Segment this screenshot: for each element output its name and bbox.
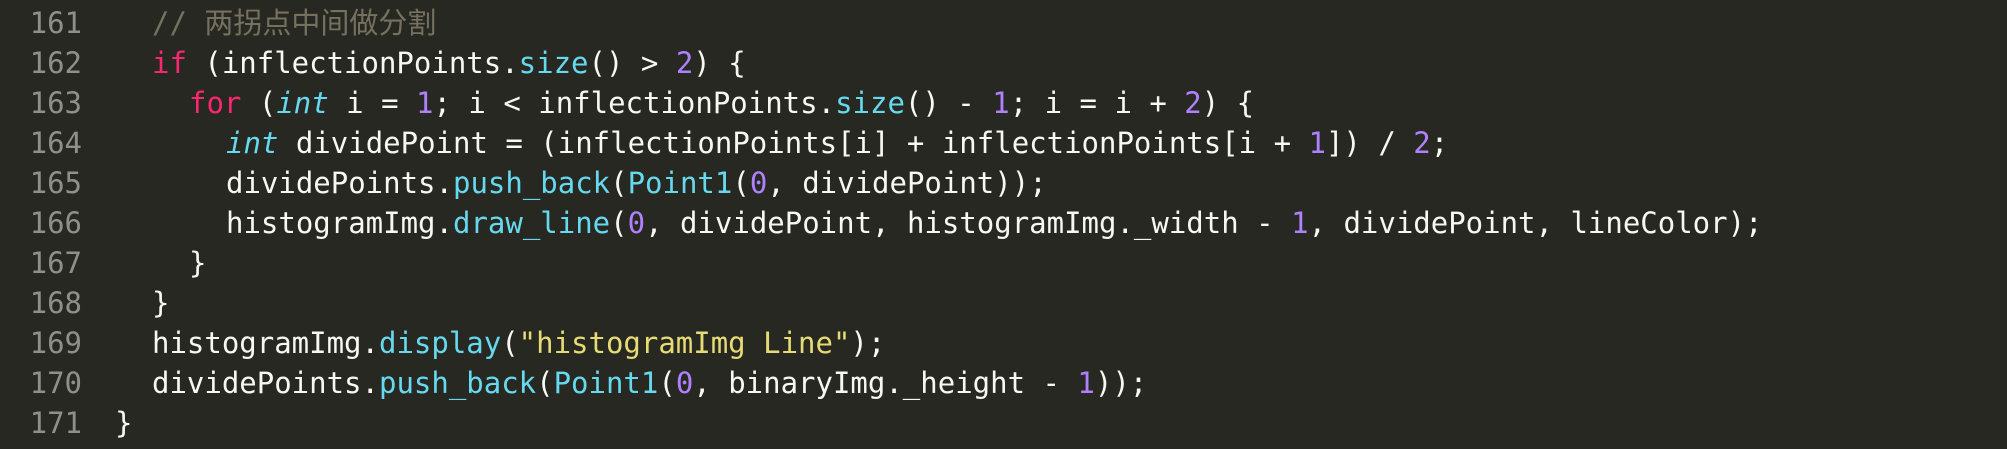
token-number: 1 — [1308, 126, 1326, 160]
token-plain: )); — [1094, 366, 1148, 400]
token-number: 1 — [1077, 366, 1095, 400]
code-editor[interactable]: 161// 两拐点中间做分割 162 if (inflectionPoints.si… — [0, 0, 2007, 449]
token-plain: ( — [241, 86, 277, 120]
line-number: 166 — [29, 206, 82, 240]
code-text[interactable]: } — [152, 283, 169, 323]
token-type: int — [276, 86, 329, 120]
token-func: display — [378, 326, 502, 360]
code-text[interactable]: } — [189, 243, 206, 283]
code-line[interactable]: 169 histogramImg.display("histogramImg Li… — [0, 323, 2007, 363]
token-plain: ( — [658, 366, 676, 400]
token-type: int — [226, 126, 279, 160]
line-number: 165 — [29, 166, 82, 200]
token-number: 2 — [675, 46, 694, 80]
token-number: 1 — [1291, 206, 1309, 240]
code-line[interactable]: 171} — [0, 403, 2007, 443]
token-number: 1 — [416, 86, 434, 120]
line-number: 170 — [29, 366, 82, 400]
token-number: 0 — [675, 366, 694, 400]
token-plain: i = — [328, 86, 417, 120]
code-line[interactable]: 164 int dividePoint = (inflectionPoints[i… — [0, 123, 2007, 163]
code-line[interactable]: 170 dividePoints.push_back(Point1(0, bina… — [0, 363, 2007, 403]
token-plain: ) { — [693, 46, 746, 80]
token-plain: (inflectionPoints. — [186, 46, 519, 80]
token-func: push_back — [452, 166, 611, 200]
line-number: 163 — [29, 86, 82, 120]
token-comment: // 两拐点中间做分割 — [152, 6, 437, 40]
token-func: push_back — [378, 366, 537, 400]
token-plain: () - — [904, 86, 993, 120]
token-func: size — [835, 86, 905, 120]
code-text[interactable]: // 两拐点中间做分割 — [152, 3, 436, 43]
token-plain: ( — [610, 206, 628, 240]
token-plain: , dividePoint, lineColor); — [1308, 206, 1763, 240]
token-plain: ; i < inflectionPoints. — [433, 86, 836, 120]
token-string: "histogramImg Line" — [518, 326, 851, 360]
code-text[interactable]: dividePoints.push_back(Point1(0, binaryI… — [152, 363, 1147, 403]
code-line[interactable]: 161 // 两拐点中间做分割 — [0, 3, 2007, 43]
code-line[interactable]: 168} — [0, 283, 2007, 323]
code-text[interactable]: } — [115, 403, 132, 443]
token-number: 0 — [749, 166, 768, 200]
code-line[interactable]: 162 if (inflectionPoints.size() > 2) { — [0, 43, 2007, 83]
token-func: draw_line — [452, 206, 611, 240]
token-plain: histogramImg. — [226, 206, 453, 240]
token-plain: } — [152, 286, 170, 320]
token-number: 2 — [1413, 126, 1431, 160]
token-keyword: if — [152, 46, 187, 80]
code-line[interactable]: 163 for (int i = 1; i < inflectionPoints.… — [0, 83, 2007, 123]
token-plain: () > — [588, 46, 676, 80]
code-line[interactable]: 165 dividePoints.push_back(Point1(0, divi… — [0, 163, 2007, 203]
token-plain: ; — [1430, 126, 1449, 160]
token-plain: ( — [732, 166, 750, 200]
token-number: 2 — [1184, 86, 1202, 120]
code-text[interactable]: if (inflectionPoints.size() > 2) { — [152, 43, 746, 83]
token-number: 1 — [992, 86, 1010, 120]
code-text[interactable]: dividePoints.push_back(Point1(0, divideP… — [226, 163, 1047, 203]
token-number: 0 — [627, 206, 646, 240]
token-plain: ( — [610, 166, 628, 200]
code-text[interactable]: histogramImg.display("histogramImg Line"… — [152, 323, 885, 363]
token-plain: ); — [850, 326, 886, 360]
token-plain: dividePoints. — [152, 366, 379, 400]
code-text[interactable]: histogramImg.draw_line(0, dividePoint, h… — [226, 203, 1763, 243]
token-plain: } — [115, 406, 133, 440]
token-plain: ) { — [1201, 86, 1255, 120]
token-plain: ; i = i + — [1009, 86, 1185, 120]
code-text[interactable]: for (int i = 1; i < inflectionPoints.siz… — [189, 83, 1254, 123]
line-number: 164 — [29, 126, 82, 160]
line-number: 167 — [29, 246, 82, 280]
token-plain: , binaryImg._height - — [693, 366, 1078, 400]
token-plain: dividePoints. — [226, 166, 453, 200]
line-number: 168 — [29, 286, 82, 320]
line-number: 162 — [29, 46, 82, 80]
token-plain: , dividePoint, histogramImg._width - — [645, 206, 1292, 240]
code-line[interactable]: 166 histogramImg.draw_line(0, dividePoint… — [0, 203, 2007, 243]
token-plain: dividePoint = (inflectionPoints[i] + inf… — [278, 126, 1309, 160]
line-number: 161 — [29, 6, 82, 40]
code-line[interactable]: 167} — [0, 243, 2007, 283]
token-plain: , dividePoint)); — [767, 166, 1047, 200]
token-plain: } — [189, 246, 207, 280]
token-plain: ( — [536, 366, 554, 400]
token-plain: ]) / — [1325, 126, 1414, 160]
line-number: 171 — [29, 406, 82, 440]
token-func: size — [518, 46, 589, 80]
token-func: Point1 — [627, 166, 733, 200]
token-plain: ( — [501, 326, 519, 360]
token-plain: histogramImg. — [152, 326, 379, 360]
token-keyword: for — [189, 86, 242, 120]
line-number: 169 — [29, 326, 82, 360]
code-text[interactable]: int dividePoint = (inflectionPoints[i] +… — [226, 123, 1448, 163]
token-func: Point1 — [553, 366, 659, 400]
